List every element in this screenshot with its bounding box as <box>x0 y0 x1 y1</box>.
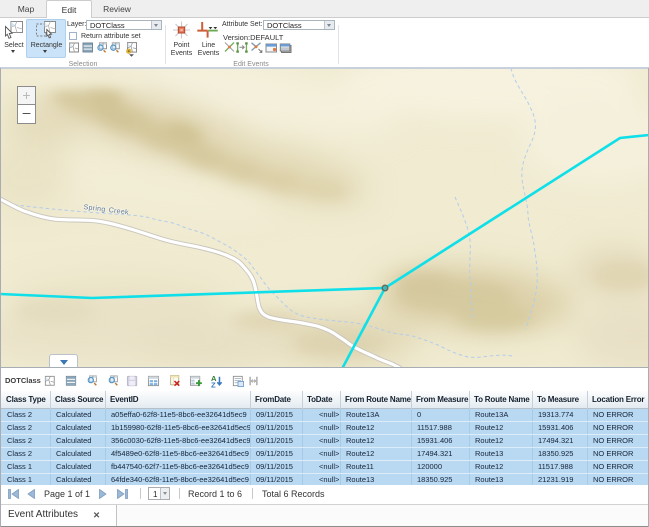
svg-text:Z: Z <box>211 380 216 389</box>
